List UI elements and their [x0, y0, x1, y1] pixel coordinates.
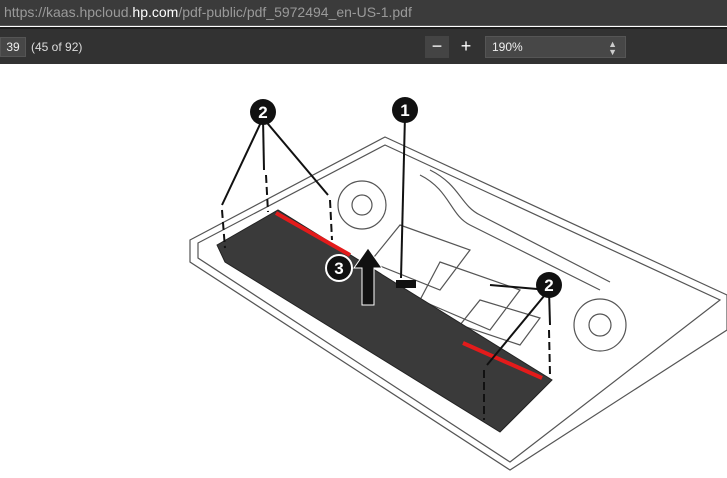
callout-2-left-label: 2 — [258, 103, 267, 122]
page-count: (45 of 92) — [31, 40, 83, 54]
zoom-select[interactable]: 190% ▲ ▼ — [485, 36, 626, 58]
laptop-chassis — [189, 136, 727, 471]
pdf-page: 2 1 3 2 — [0, 64, 727, 473]
battery-removal-figure: 2 1 3 2 — [189, 97, 727, 471]
url-path: /pdf-public/pdf_5972494_en-US-1.pdf — [178, 4, 412, 20]
page-number-input[interactable]: 39 — [0, 37, 26, 57]
battery-connector — [396, 280, 416, 288]
url-host: hp.com — [132, 4, 179, 20]
pdf-toolbar: 39 (45 of 92) − + 190% ▲ ▼ — [0, 27, 727, 64]
url-prefix: https://kaas.hpcloud. — [4, 4, 133, 20]
updown-icon: ▲ ▼ — [608, 39, 617, 57]
address-bar[interactable]: https://kaas.hpcloud.hp.com/pdf-public/p… — [0, 0, 727, 26]
callout-2-right-label: 2 — [544, 276, 553, 295]
zoom-in-button[interactable]: + — [454, 36, 478, 58]
zoom-value: 190% — [492, 40, 523, 54]
callout-1-label: 1 — [400, 101, 409, 120]
zoom-out-button[interactable]: − — [425, 36, 449, 58]
callout-3-label: 3 — [334, 259, 343, 278]
